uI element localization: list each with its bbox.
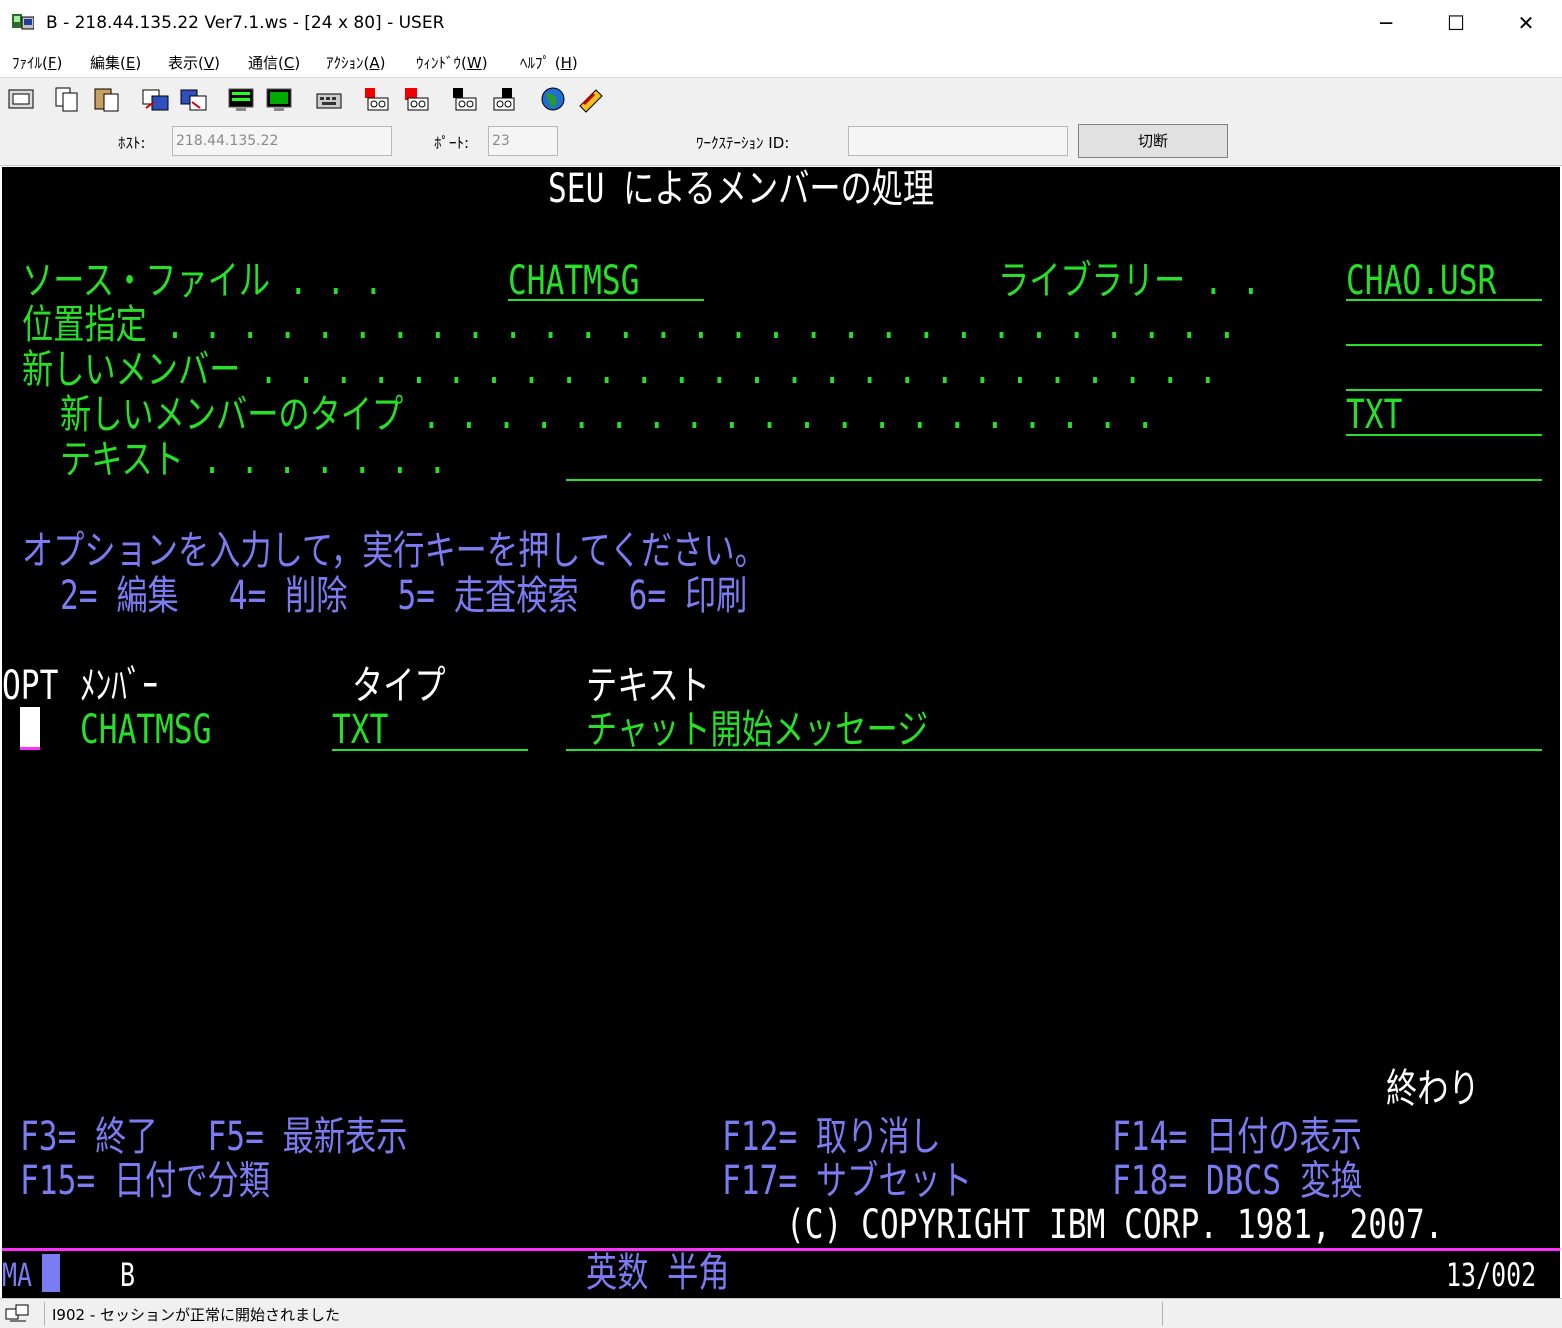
terminal-app-icon <box>12 14 34 30</box>
new-member-type-label: 新しいメンバーのタイプ . . . . . . . . . . . . . . … <box>60 392 1155 438</box>
window-title: B - 218.44.135.22 Ver7.1.ws - [24 x 80] … <box>46 13 445 33</box>
column-header-text: テキスト <box>586 663 710 709</box>
connection-bar: ﾎｽﾄ: 218.44.135.22 ﾎﾟｰﾄ: 23 ﾜｰｸｽﾃｰｼｮﾝ ID… <box>0 119 1562 166</box>
web-icon[interactable] <box>538 84 568 114</box>
table-row-type-underline <box>332 749 528 751</box>
fkeys-line2-left: F15= 日付で分類 <box>20 1158 270 1204</box>
column-header-type: タイプ <box>352 663 446 709</box>
menu-window[interactable]: ｳｨﾝﾄﾞｳ(W) <box>416 52 488 73</box>
fkeys-line1-left: F3= 終了 F5= 最新表示 <box>20 1114 408 1160</box>
source-file-value[interactable]: CHATMSG <box>508 259 639 303</box>
fkeys-line2-right: F18= DBCS 変換 <box>1112 1158 1363 1204</box>
terminal-screen[interactable]: SEU によるメンバーの処理 ソース・ファイル . . . CHATMSG ライ… <box>2 167 1560 1298</box>
new-member-field[interactable] <box>1346 389 1542 391</box>
table-row-type[interactable]: TXT <box>332 708 388 752</box>
oia-mode: MA <box>2 1256 33 1294</box>
table-row-text-underline <box>566 749 1542 751</box>
menu-file[interactable]: ﾌｧｲﾙ(F) <box>12 52 62 73</box>
oia-cursor-position: 13/002 <box>1446 1256 1537 1294</box>
macro-edit-icon[interactable] <box>488 84 518 114</box>
print-screen-icon[interactable] <box>6 84 36 114</box>
minimize-button[interactable]: ─ <box>1352 0 1420 47</box>
column-header-member: ﾒﾝﾊﾞｰ <box>80 663 158 709</box>
macro-play-icon[interactable] <box>450 84 480 114</box>
screen-title: SEU によるメンバーの処理 <box>548 166 935 212</box>
port-field[interactable]: 23 <box>488 126 558 156</box>
more-indicator: 終わり <box>1386 1066 1480 1112</box>
menu-bar: ﾌｧｲﾙ(F) 編集(E) 表示(V) 通信(C) ｱｸｼｮﾝ(A) ｳｨﾝﾄﾞ… <box>0 47 1562 77</box>
toolbar <box>0 77 1562 120</box>
library-underline <box>1346 299 1542 301</box>
status-message: I902 - セッションが正常に開始されました <box>52 1306 341 1324</box>
settings-edit-icon[interactable] <box>576 84 606 114</box>
send-file-icon[interactable] <box>140 84 170 114</box>
status-separator <box>44 1302 45 1326</box>
new-member-type-value[interactable]: TXT <box>1346 393 1402 437</box>
menu-edit[interactable]: 編集(E) <box>90 52 141 73</box>
macro-record-icon[interactable] <box>362 84 392 114</box>
menu-view[interactable]: 表示(V) <box>168 52 220 73</box>
maximize-button[interactable]: ☐ <box>1422 0 1490 47</box>
oia-mode-indicator <box>42 1254 60 1292</box>
host-field[interactable]: 218.44.135.22 <box>172 126 392 156</box>
copyright-text: (C) COPYRIGHT IBM CORP. 1981, 2007. <box>786 1202 1444 1248</box>
oia-input-mode: 英数 半角 <box>586 1250 730 1296</box>
close-button[interactable]: ✕ <box>1492 0 1560 47</box>
library-label: ライブラリー . . <box>998 258 1261 304</box>
menu-help[interactable]: ﾍﾙﾌﾟ (H) <box>520 52 578 73</box>
fkeys-line2-mid: F17= サブセット <box>722 1158 972 1204</box>
status-bar: I902 - セッションが正常に開始されました <box>0 1298 1562 1328</box>
column-header-opt: OPT <box>2 663 59 709</box>
text-label: テキスト . . . . . . . <box>60 437 447 483</box>
menu-communication[interactable]: 通信(C) <box>248 52 300 73</box>
workstation-id-field[interactable] <box>848 126 1068 156</box>
title-bar[interactable]: B - 218.44.135.22 Ver7.1.ws - [24 x 80] … <box>0 0 1562 48</box>
oia-separator <box>2 1248 1560 1251</box>
options-legend: 2= 編集 4= 削除 5= 走査検索 6= 印刷 <box>60 573 748 619</box>
instructions-text: オプションを入力して，実行キーを押してください。 <box>22 528 766 574</box>
host-label: ﾎｽﾄ: <box>118 134 146 152</box>
oia-session: B <box>120 1256 136 1294</box>
color-setup-icon[interactable] <box>264 84 294 114</box>
workstation-id-label: ﾜｰｸｽﾃｰｼｮﾝ ID: <box>696 134 790 152</box>
port-label: ﾎﾟｰﾄ: <box>434 134 470 152</box>
display-setup-icon[interactable] <box>226 84 256 114</box>
macro-stop-icon[interactable] <box>402 84 432 114</box>
cursor-block <box>20 707 40 747</box>
source-file-underline <box>508 299 704 301</box>
opt-input-field[interactable] <box>20 747 40 750</box>
fkeys-line1-mid: F12= 取り消し <box>722 1114 941 1160</box>
table-row-text[interactable]: チャット開始メッセージ <box>586 708 928 752</box>
position-label: 位置指定 . . . . . . . . . . . . . . . . . .… <box>22 302 1237 348</box>
receive-file-icon[interactable] <box>178 84 208 114</box>
disconnect-button[interactable]: 切断 <box>1078 124 1228 158</box>
keyboard-map-icon[interactable] <box>314 84 344 114</box>
session-connected-icon <box>5 1304 29 1322</box>
new-member-label: 新しいメンバー . . . . . . . . . . . . . . . . … <box>22 347 1218 393</box>
fkeys-line1-right: F14= 日付の表示 <box>1112 1114 1362 1160</box>
new-member-type-underline <box>1346 434 1542 436</box>
copy-icon[interactable] <box>52 84 82 114</box>
library-value[interactable]: CHAO.USR <box>1346 259 1496 303</box>
status-separator <box>1162 1302 1163 1326</box>
position-field[interactable] <box>1346 344 1542 346</box>
menu-action[interactable]: ｱｸｼｮﾝ(A) <box>326 52 385 73</box>
table-row-member: CHATMSG <box>80 707 212 753</box>
paste-icon[interactable] <box>92 84 122 114</box>
text-field[interactable] <box>566 479 1542 481</box>
source-file-label: ソース・ファイル . . . <box>22 258 383 304</box>
